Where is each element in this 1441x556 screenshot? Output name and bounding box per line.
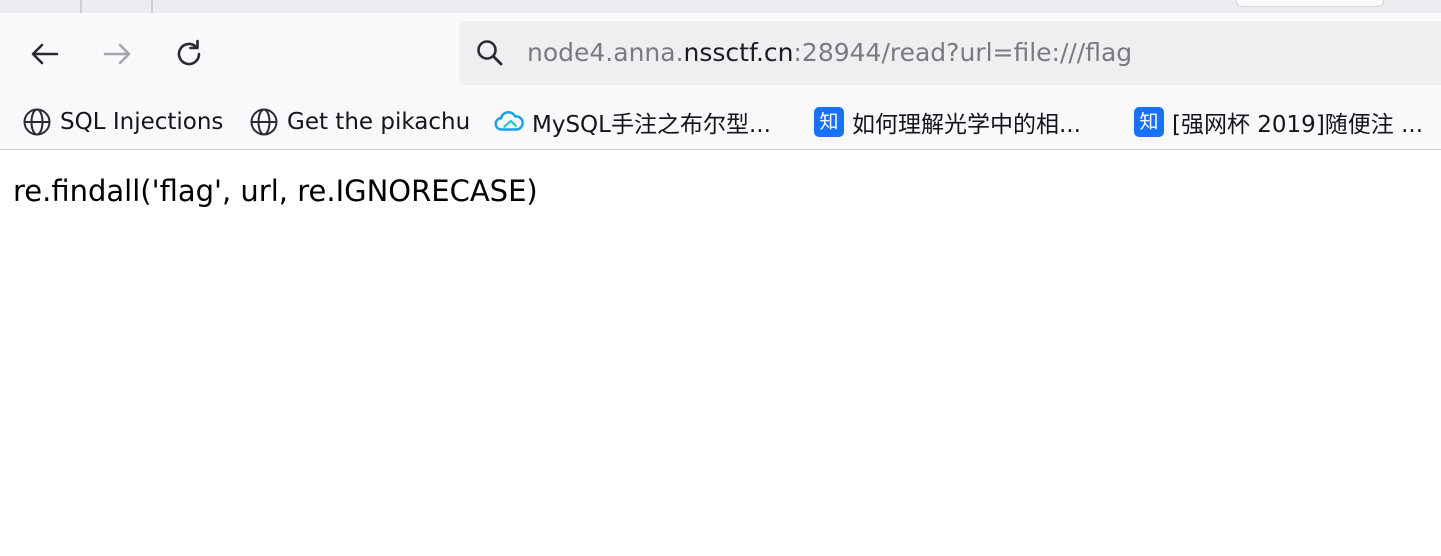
arrow-right-icon	[103, 43, 131, 65]
bookmark-get-the-pikachu[interactable]: Get the pikachu	[249, 106, 470, 138]
zhihu-icon-text: 知	[814, 107, 844, 137]
reload-button[interactable]	[171, 36, 207, 72]
search-icon	[475, 38, 505, 68]
bookmark-sql-injections[interactable]: SQL Injections	[22, 106, 223, 138]
globe-icon	[249, 107, 279, 137]
zhihu-icon-text: 知	[1134, 107, 1164, 137]
zhihu-icon: 知	[1134, 107, 1164, 137]
bookmark-label: 如何理解光学中的相...	[852, 112, 1081, 138]
bookmark-mysql-boolean[interactable]: MySQL手注之布尔型...	[494, 106, 771, 138]
tab-separator	[80, 0, 82, 13]
bookmark-label: [强网杯 2019]随便注 ...	[1172, 112, 1424, 138]
globe-icon	[22, 107, 52, 137]
url-text[interactable]: node4.anna.nssctf.cn:28944/read?url=file…	[527, 36, 1132, 70]
bookmark-qwb-2019[interactable]: 知 [强网杯 2019]随便注 ...	[1134, 106, 1423, 138]
tab-separator	[151, 0, 153, 13]
bookmark-label: SQL Injections	[60, 109, 224, 135]
url-suffix: :28944/read?url=file:///flag	[793, 38, 1133, 67]
cloud-icon	[494, 107, 524, 137]
page-body-text: re.findall('flag', url, re.IGNORECASE)	[13, 174, 538, 208]
forward-button[interactable]	[99, 36, 135, 72]
back-button[interactable]	[27, 36, 63, 72]
bookmark-zhihu-optics[interactable]: 知 如何理解光学中的相...	[814, 106, 1081, 138]
reload-icon	[177, 39, 201, 66]
arrow-left-icon	[31, 43, 59, 65]
bookmark-label: MySQL手注之布尔型...	[532, 112, 771, 138]
tab-strip	[0, 0, 1441, 13]
bookmarks-toolbar: SQL Injections Get the pikachu MySQL手注之布…	[0, 94, 1441, 150]
navigation-toolbar: node4.anna.nssctf.cn:28944/read?url=file…	[0, 13, 1441, 94]
zhihu-icon: 知	[814, 107, 844, 137]
tab-strip-button[interactable]	[1236, 0, 1384, 7]
bookmark-label: Get the pikachu	[287, 109, 471, 135]
url-prefix: node4.anna.	[527, 38, 684, 67]
address-bar[interactable]: node4.anna.nssctf.cn:28944/read?url=file…	[459, 21, 1441, 85]
url-host: nssctf.cn	[683, 38, 794, 67]
